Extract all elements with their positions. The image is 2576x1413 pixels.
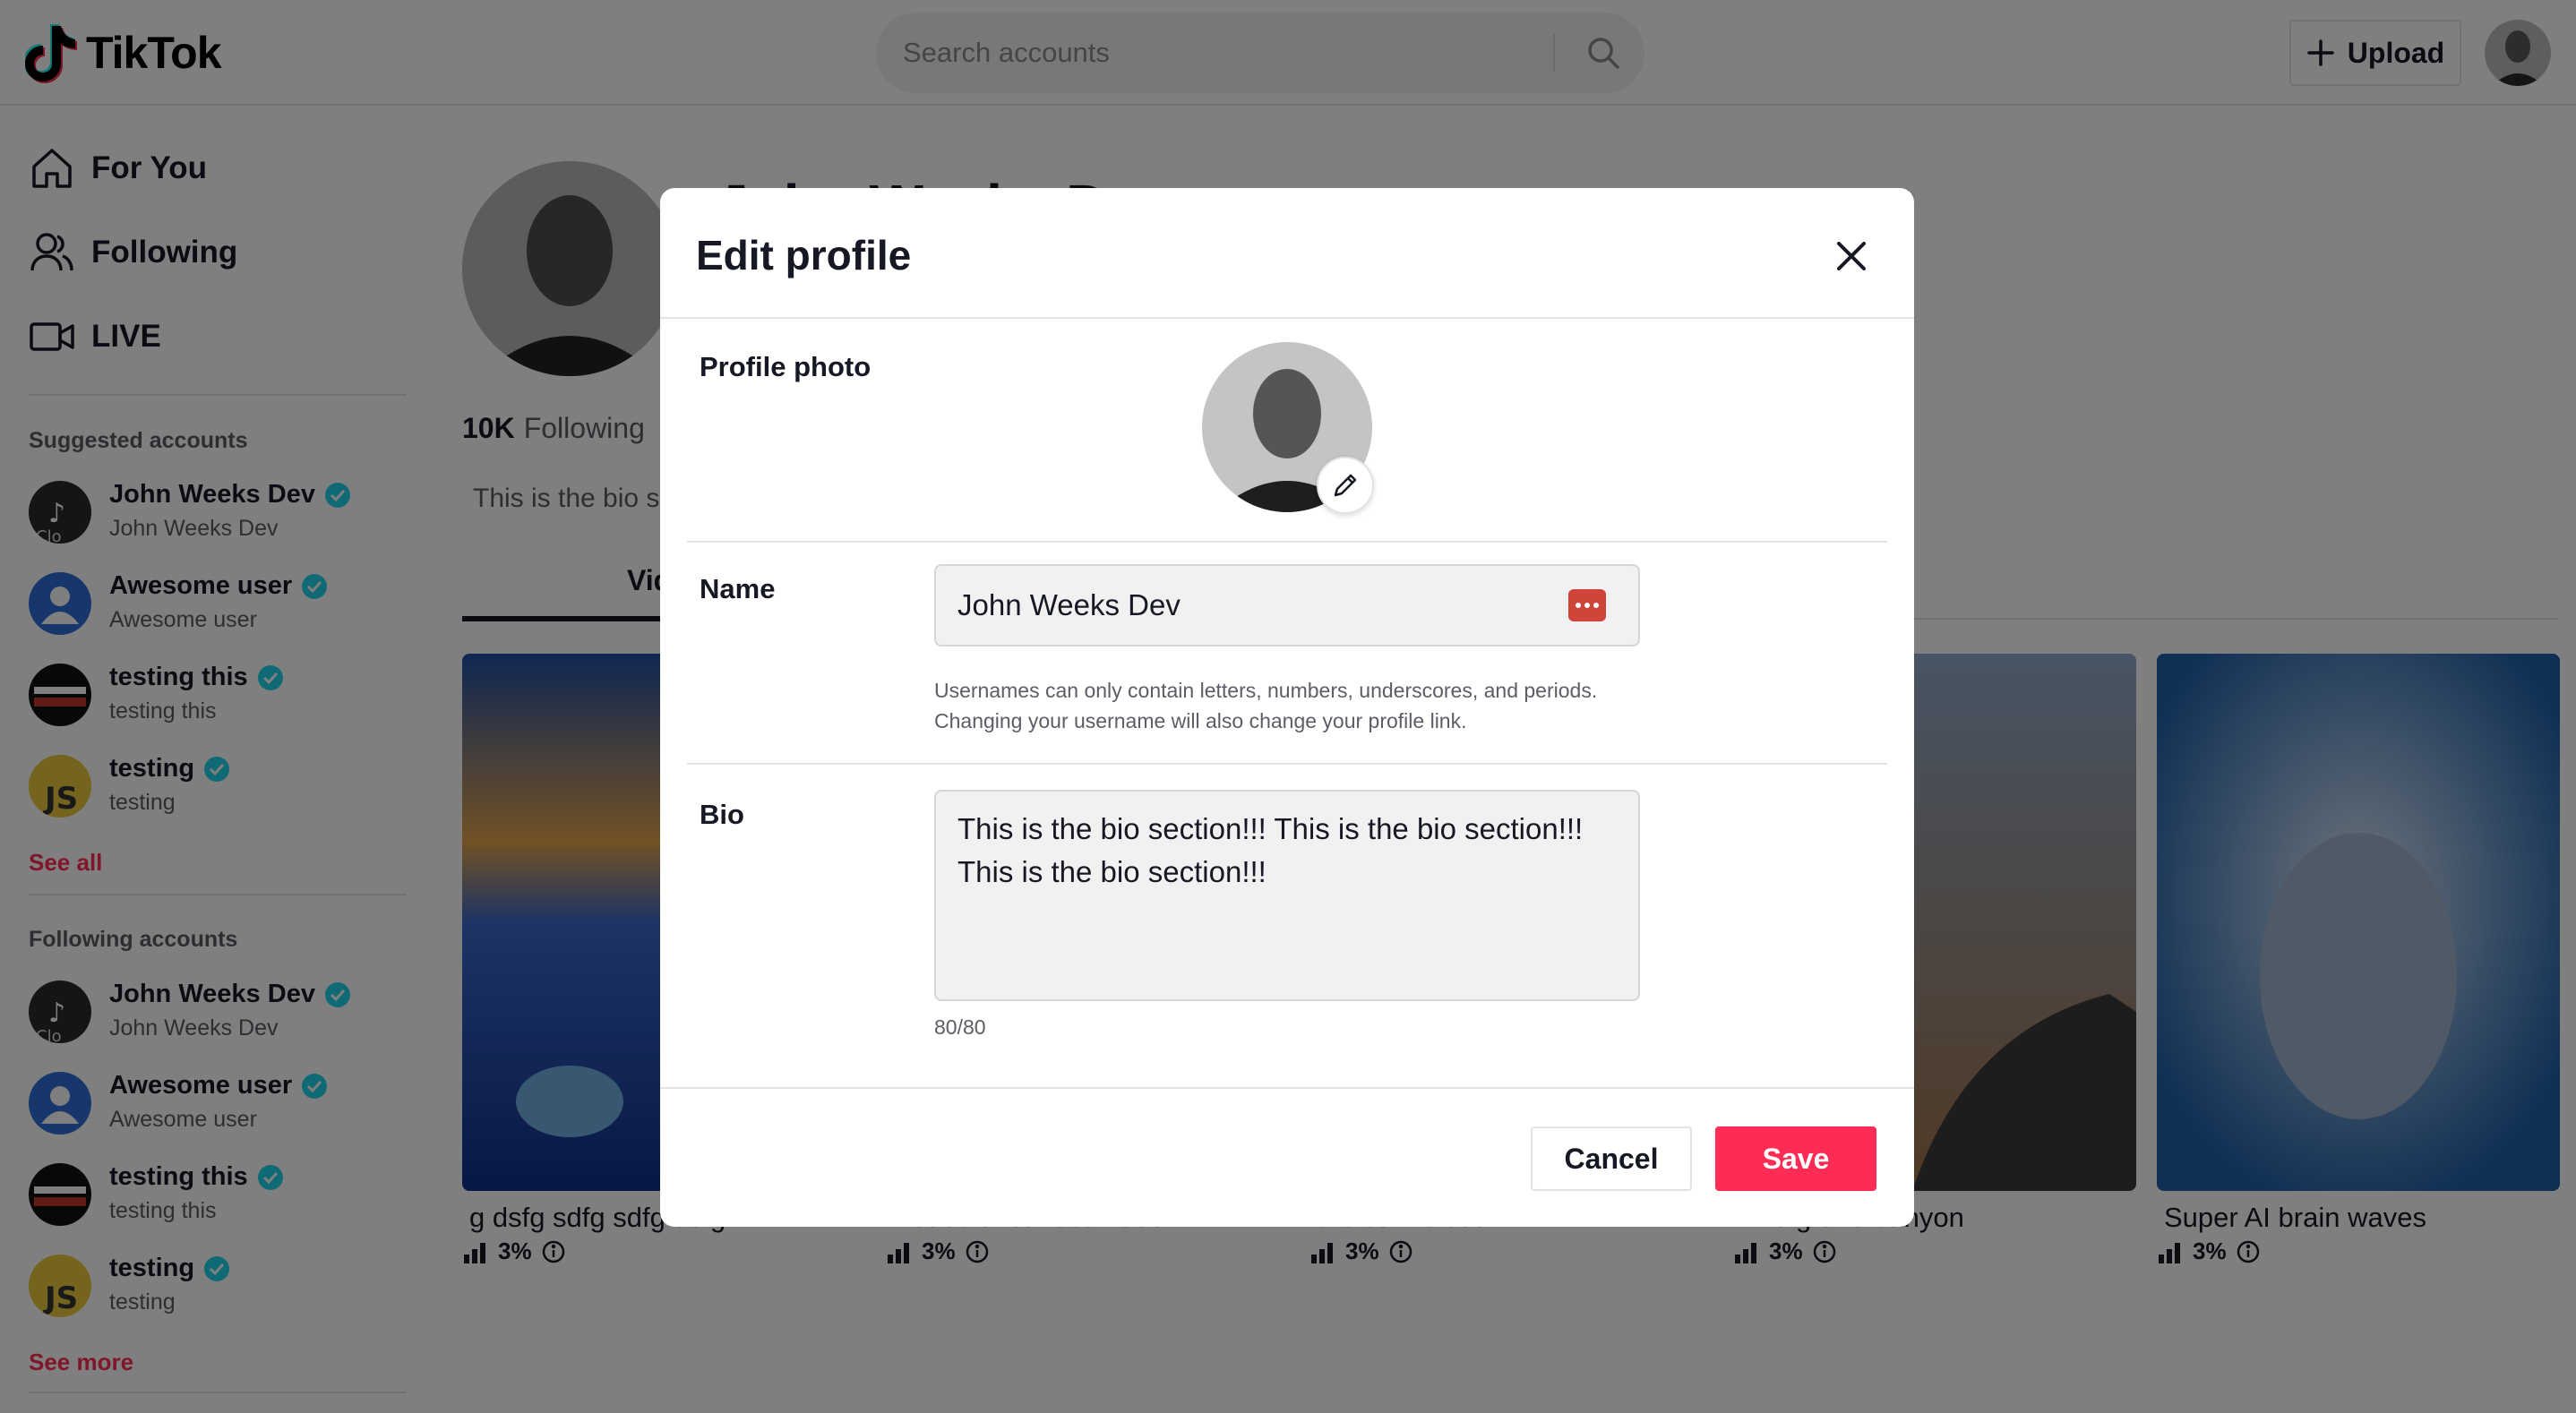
bio-label: Bio	[700, 799, 744, 830]
modal-footer-divider	[660, 1087, 1914, 1089]
edit-photo-button[interactable]	[1317, 457, 1374, 514]
save-button[interactable]: Save	[1715, 1126, 1876, 1191]
bio-character-count: 80/80	[934, 1015, 986, 1039]
bio-field: This is the bio section!!! This is the b…	[934, 790, 1640, 1001]
password-manager-icon[interactable]	[1568, 589, 1606, 621]
bio-textarea[interactable]: This is the bio section!!! This is the b…	[957, 808, 1620, 987]
name-label: Name	[700, 573, 776, 604]
profile-photo-label: Profile photo	[700, 351, 872, 382]
username-hint-line: Changing your username will also change …	[934, 709, 1467, 732]
close-icon	[1837, 242, 1866, 270]
pencil-icon	[1334, 474, 1357, 497]
modal-title: Edit profile	[696, 232, 912, 278]
name-input[interactable]	[957, 566, 1549, 645]
modal-row-divider	[687, 763, 1887, 765]
edit-profile-modal: Edit profile Profile photo Name Username…	[660, 188, 1914, 1227]
modal-header: Edit profile	[660, 188, 1914, 319]
name-field	[934, 564, 1640, 647]
close-button[interactable]	[1825, 229, 1878, 283]
username-hint: Usernames can only contain letters, numb…	[934, 675, 1597, 736]
modal-row-divider	[687, 541, 1887, 543]
username-hint-line: Usernames can only contain letters, numb…	[934, 679, 1598, 702]
cancel-button[interactable]: Cancel	[1531, 1126, 1692, 1191]
profile-photo	[1202, 342, 1374, 514]
